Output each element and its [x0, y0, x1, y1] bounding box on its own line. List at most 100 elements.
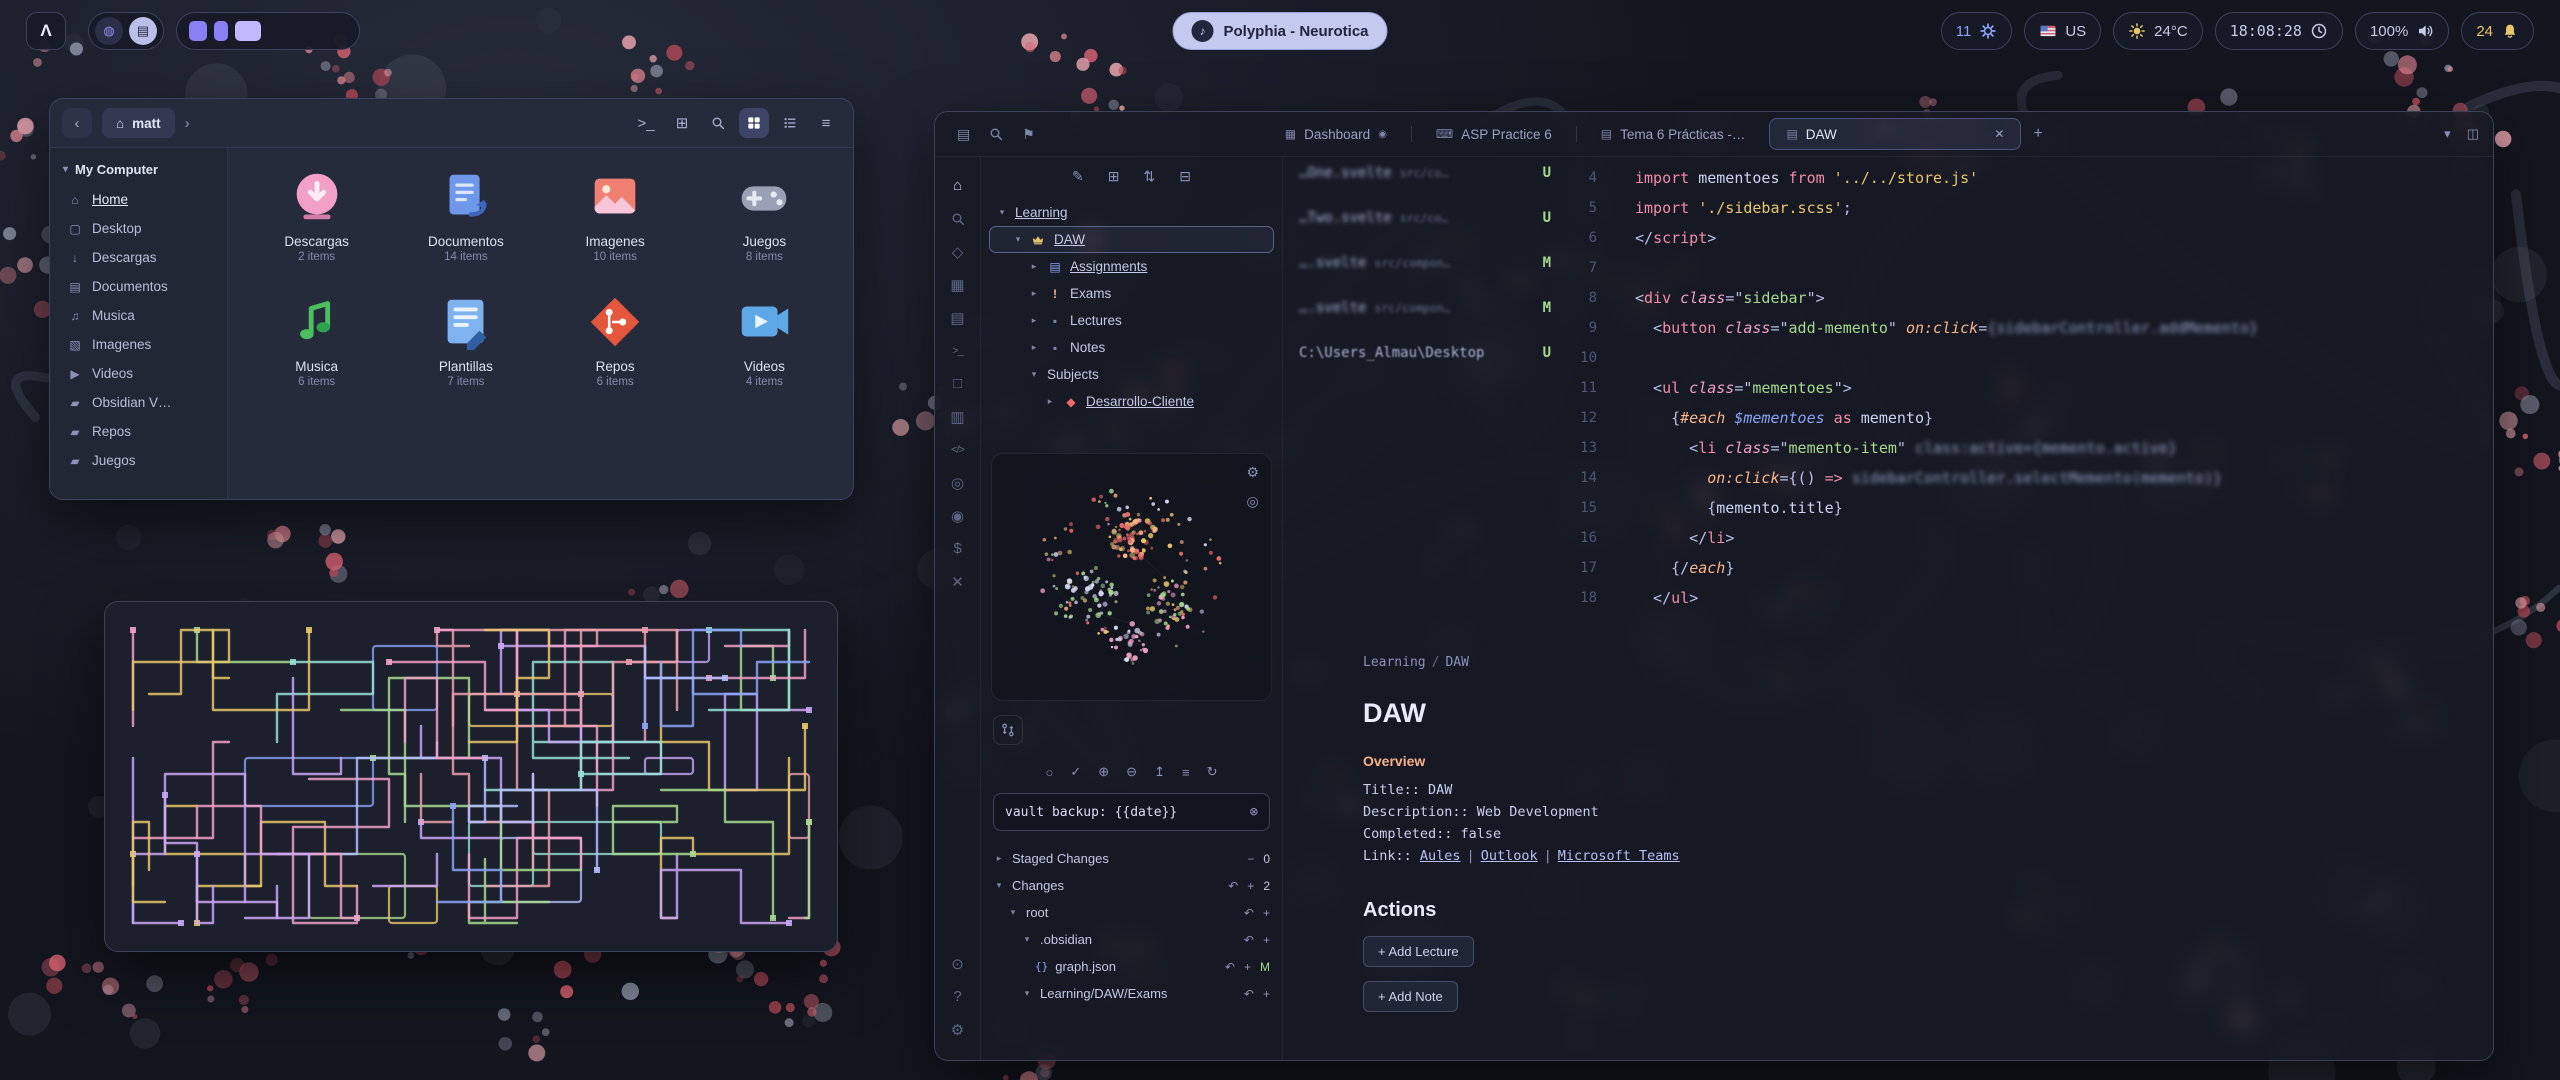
folder-descargas[interactable]: Descargas2 items — [242, 166, 391, 263]
sidebar-item-home[interactable]: ⌂Home — [59, 185, 218, 214]
window-indicator[interactable] — [214, 21, 228, 41]
activity-sponsor-icon[interactable]: $ — [935, 532, 980, 565]
activity-kanban-icon[interactable]: ▥ — [935, 400, 980, 433]
activity-account-icon[interactable]: ⊙ — [935, 947, 980, 980]
changed-file-row[interactable]: C:\Users_Almau\DesktopU — [1299, 345, 1551, 373]
launcher-button[interactable]: Λ — [26, 12, 66, 50]
now-playing-widget[interactable]: ♪ Polyphia - Neurotica — [1172, 12, 1387, 50]
add-note-button[interactable]: + Add Note — [1363, 981, 1458, 1012]
chevron-down-icon[interactable]: ▾ — [2444, 126, 2451, 142]
menu-button[interactable]: ≡ — [811, 108, 841, 138]
sort-icon[interactable]: ⇅ — [1144, 168, 1156, 185]
new-note-icon[interactable]: ✎ — [1072, 168, 1084, 185]
chevron-right-icon[interactable]: ▸ — [993, 853, 1005, 864]
chevron-down-icon[interactable]: ▾ — [1012, 234, 1024, 245]
view-list-icon[interactable]: ≡ — [1182, 765, 1190, 780]
nav-forward-button[interactable]: › — [185, 115, 190, 132]
folder-repos[interactable]: Repos6 items — [541, 291, 690, 388]
sidebar-item-descargas[interactable]: ↓Descargas — [59, 243, 218, 272]
editor-tab-daw[interactable]: ▤DAW✕ — [1769, 118, 2021, 150]
search-button[interactable] — [703, 108, 733, 138]
sidebar-item-repos[interactable]: ▰Repos — [59, 417, 218, 446]
stage-icon[interactable]: + — [1263, 906, 1270, 920]
sidebar-section-header[interactable]: ▾ My Computer — [59, 158, 218, 185]
unstage-all-icon[interactable]: ⊖ — [1126, 764, 1137, 780]
link-microsoft-teams[interactable]: Microsoft Teams — [1558, 848, 1680, 864]
activity-code-icon[interactable]: </> — [935, 433, 980, 466]
clock-widget[interactable]: 18:08:28 — [2215, 12, 2343, 50]
chevron-right-icon[interactable]: ▸ — [1028, 315, 1040, 326]
activity-settings-icon[interactable]: ⚙ — [935, 1013, 980, 1046]
folder-plantillas[interactable]: Plantillas7 items — [391, 291, 540, 388]
scm-item-root[interactable]: ▾root↶+ — [993, 899, 1270, 926]
editor-tab-asp-practice-6[interactable]: ⌨ASP Practice 6 — [1420, 118, 1568, 150]
activity-screenshot-icon[interactable]: ◎ — [935, 466, 980, 499]
sidebar-item-desktop[interactable]: ▢Desktop — [59, 214, 218, 243]
stage-icon[interactable]: + — [1247, 879, 1254, 893]
tree-item-notes[interactable]: ▸▪Notes — [989, 334, 1274, 361]
chevron-down-icon[interactable]: ▾ — [1028, 369, 1040, 380]
discard-icon[interactable]: ↶ — [1244, 933, 1254, 947]
close-icon[interactable]: ✕ — [1994, 127, 2004, 141]
changed-file-row[interactable]: …Two.sveltesrc/co…U — [1299, 210, 1551, 238]
stage-all-icon[interactable]: ⊕ — [1098, 764, 1109, 780]
terminal-button[interactable]: >_ — [631, 108, 661, 138]
chevron-right-icon[interactable]: ▸ — [1028, 342, 1040, 353]
tree-item-learning[interactable]: ▾Learning — [989, 199, 1274, 226]
add-lecture-button[interactable]: + Add Lecture — [1363, 936, 1474, 967]
activity-calendar-icon[interactable]: ▤ — [935, 301, 980, 334]
discard-icon[interactable]: ↶ — [1244, 987, 1254, 1001]
window-indicator[interactable] — [235, 21, 261, 41]
graph-view-panel[interactable]: ⚙◎ — [991, 453, 1272, 701]
power-orb-button[interactable]: ◍ — [95, 17, 123, 45]
discard-icon[interactable]: ↶ — [1244, 906, 1254, 920]
breadcrumb-item[interactable]: Learning — [1363, 655, 1426, 670]
updates-widget[interactable]: 11 — [1941, 12, 2013, 50]
tree-item-assignments[interactable]: ▸▤Assignments — [989, 253, 1274, 280]
sidebar-item-videos[interactable]: ▶Videos — [59, 359, 218, 388]
new-tab-button[interactable]: ⊞ — [667, 108, 697, 138]
discard-icon[interactable]: ↶ — [1225, 960, 1235, 974]
taskbar-pill[interactable] — [176, 12, 360, 50]
activity-close-icon[interactable]: ✕ — [935, 565, 980, 598]
editor-tab-dashboard[interactable]: ▦Dashboard◉ — [1269, 118, 1403, 150]
new-tab-button[interactable]: + — [2033, 125, 2042, 143]
graph-focus-icon[interactable]: ◎ — [1246, 493, 1259, 510]
refresh-icon[interactable]: ↻ — [1207, 764, 1218, 780]
stage-icon[interactable]: + — [1244, 960, 1251, 974]
tree-item-daw[interactable]: ▾DAW — [989, 226, 1274, 253]
link-outlook[interactable]: Outlook — [1481, 848, 1538, 864]
notes-button[interactable]: ▤ — [129, 17, 157, 45]
sidebar-item-documentos[interactable]: ▤Documentos — [59, 272, 218, 301]
folder-musica[interactable]: Musica6 items — [242, 291, 391, 388]
tree-item-exams[interactable]: ▸!Exams — [989, 280, 1274, 307]
chevron-down-icon[interactable]: ▾ — [1007, 907, 1019, 918]
sidebar-item-imagenes[interactable]: ▧Imagenes — [59, 330, 218, 359]
commit-icon[interactable]: ✓ — [1070, 764, 1081, 780]
notifications-widget[interactable]: 24 — [2461, 12, 2534, 50]
code-editor-group[interactable]: …One.sveltesrc/co…U …Two.sveltesrc/co…U ….… — [1283, 157, 2493, 627]
chevron-down-icon[interactable]: ▾ — [1021, 988, 1033, 999]
grid-view-button[interactable] — [739, 108, 769, 138]
chevron-right-icon[interactable]: ▸ — [1028, 261, 1040, 272]
window-indicator[interactable] — [189, 21, 207, 41]
activity-notes-icon[interactable]: □ — [935, 367, 980, 400]
volume-widget[interactable]: 100% — [2355, 12, 2449, 50]
chevron-down-icon[interactable]: ▾ — [996, 207, 1008, 218]
changed-file-row[interactable]: …One.sveltesrc/co…U — [1299, 165, 1551, 193]
scm-item-staged-changes[interactable]: ▸Staged Changes−0 — [993, 845, 1270, 872]
clear-message-icon[interactable]: ⊗ — [1250, 804, 1258, 820]
weather-widget[interactable]: 24°C — [2113, 12, 2203, 50]
activity-help-icon[interactable]: ? — [935, 980, 980, 1013]
breadcrumb-item[interactable]: DAW — [1445, 655, 1468, 670]
changed-file-row[interactable]: ….sveltesrc/compon…M — [1299, 255, 1551, 283]
sidebar-item-obsidian-vault[interactable]: ▰Obsidian V… — [59, 388, 218, 417]
circle-icon[interactable]: ○ — [1046, 765, 1054, 780]
activity-remote-icon[interactable]: ◇ — [935, 235, 980, 268]
activity-search-icon[interactable] — [935, 202, 980, 235]
unstage-icon[interactable]: − — [1247, 852, 1254, 866]
bookmark-icon[interactable]: ⚑ — [1022, 126, 1035, 143]
tree-item-subjects[interactable]: ▾Subjects — [989, 361, 1274, 388]
nav-back-button[interactable]: ‹ — [62, 108, 92, 138]
stage-icon[interactable]: + — [1263, 987, 1270, 1001]
